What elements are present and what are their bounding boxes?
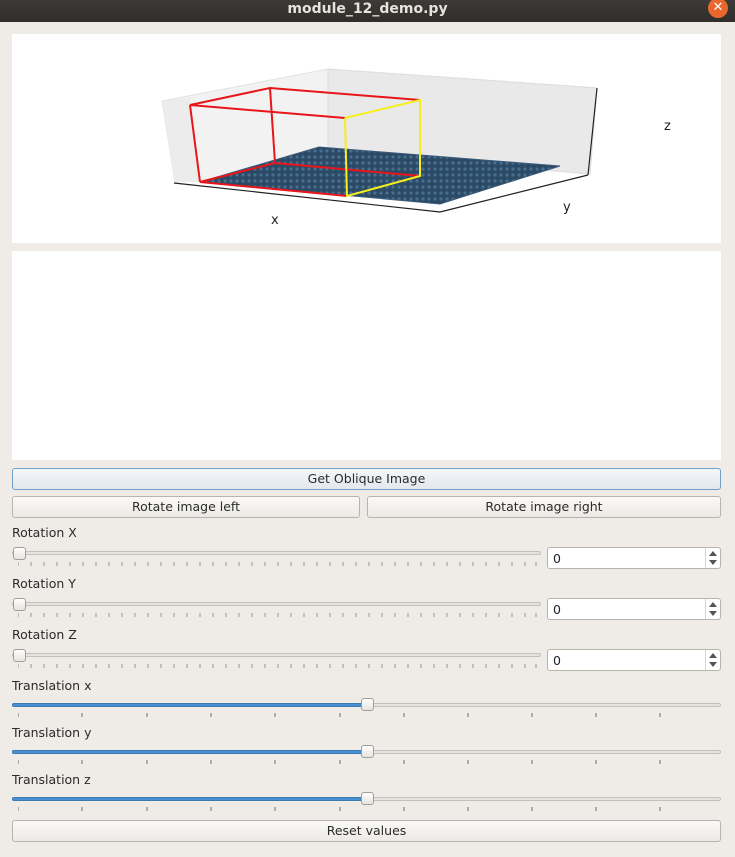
rotation-z-spin-arrows[interactable] <box>705 650 720 670</box>
window-title: module_12_demo.py <box>287 1 448 17</box>
translation-z-label: Translation z <box>12 772 91 787</box>
rotation-y-value: 0 <box>553 602 561 617</box>
rotate-right-button[interactable]: Rotate image right <box>367 496 721 518</box>
app-window: module_12_demo.py ✕ x y z Get Oblique Im… <box>0 0 735 857</box>
rotation-y-label: Rotation Y <box>12 576 76 591</box>
rotation-y-ticks <box>18 613 537 617</box>
plot-3d-canvas[interactable]: x y z <box>12 34 721 243</box>
rotation-y-spin-arrows[interactable] <box>705 599 720 619</box>
rotation-x-spin-arrows[interactable] <box>705 548 720 568</box>
rotation-x-spinbox[interactable]: 0 <box>547 547 721 569</box>
rotation-x-slider-track[interactable] <box>12 551 541 555</box>
spin-down-icon[interactable] <box>709 560 717 565</box>
rotation-z-value: 0 <box>553 653 561 668</box>
spin-up-icon[interactable] <box>709 551 717 556</box>
y-axis-label: y <box>563 200 571 215</box>
translation-y-ticks <box>18 760 661 764</box>
rotation-x-label: Rotation X <box>12 525 77 540</box>
rotation-z-spinbox[interactable]: 0 <box>547 649 721 671</box>
rotation-z-slider-track[interactable] <box>12 653 541 657</box>
translation-y-slider-handle[interactable] <box>361 745 374 758</box>
translation-y-slider-fill <box>12 750 368 754</box>
translation-z-ticks <box>18 807 661 811</box>
rotation-y-slider-track[interactable] <box>12 602 541 606</box>
reset-values-button[interactable]: Reset values <box>12 820 721 842</box>
rotate-left-button[interactable]: Rotate image left <box>12 496 360 518</box>
plot-3d-figure: x y z <box>161 68 671 228</box>
translation-z-slider-handle[interactable] <box>361 792 374 805</box>
spin-down-icon[interactable] <box>709 662 717 667</box>
z-axis-label: z <box>664 119 671 134</box>
rotation-y-spinbox[interactable]: 0 <box>547 598 721 620</box>
translation-z-slider-fill <box>12 797 368 801</box>
rotation-x-value: 0 <box>553 551 561 566</box>
spin-up-icon[interactable] <box>709 653 717 658</box>
spin-up-icon[interactable] <box>709 602 717 607</box>
rotation-x-ticks <box>18 562 537 566</box>
x-axis-label: x <box>271 213 279 228</box>
get-oblique-image-button[interactable]: Get Oblique Image <box>12 468 721 490</box>
rotation-z-slider-handle[interactable] <box>13 649 26 662</box>
rotation-z-label: Rotation Z <box>12 627 77 642</box>
translation-x-label: Translation x <box>12 678 92 693</box>
translation-x-slider-fill <box>12 703 368 707</box>
rotation-y-slider-handle[interactable] <box>13 598 26 611</box>
spin-down-icon[interactable] <box>709 611 717 616</box>
translation-y-label: Translation y <box>12 725 92 740</box>
translation-x-ticks <box>18 713 661 717</box>
rotation-x-slider-handle[interactable] <box>13 547 26 560</box>
title-bar: module_12_demo.py ✕ <box>0 0 735 22</box>
translation-x-slider-handle[interactable] <box>361 698 374 711</box>
image-canvas[interactable] <box>12 251 721 460</box>
rotation-z-ticks <box>18 664 537 668</box>
